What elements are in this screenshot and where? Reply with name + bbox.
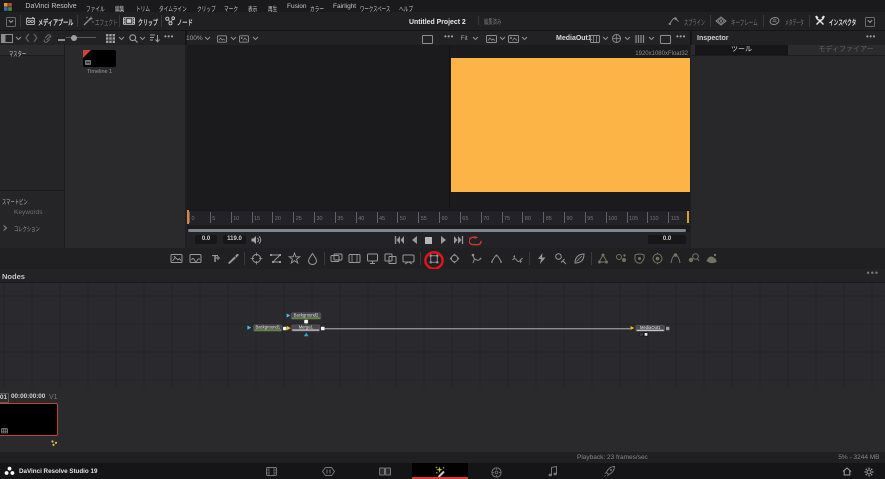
svg-text:MediaOut1: MediaOut1 bbox=[640, 325, 661, 330]
svg-text:Merge1: Merge1 bbox=[299, 325, 314, 330]
svg-text:Background1: Background1 bbox=[255, 325, 280, 330]
svg-text:Background2: Background2 bbox=[294, 313, 319, 318]
svg-text:T: T bbox=[212, 254, 218, 265]
